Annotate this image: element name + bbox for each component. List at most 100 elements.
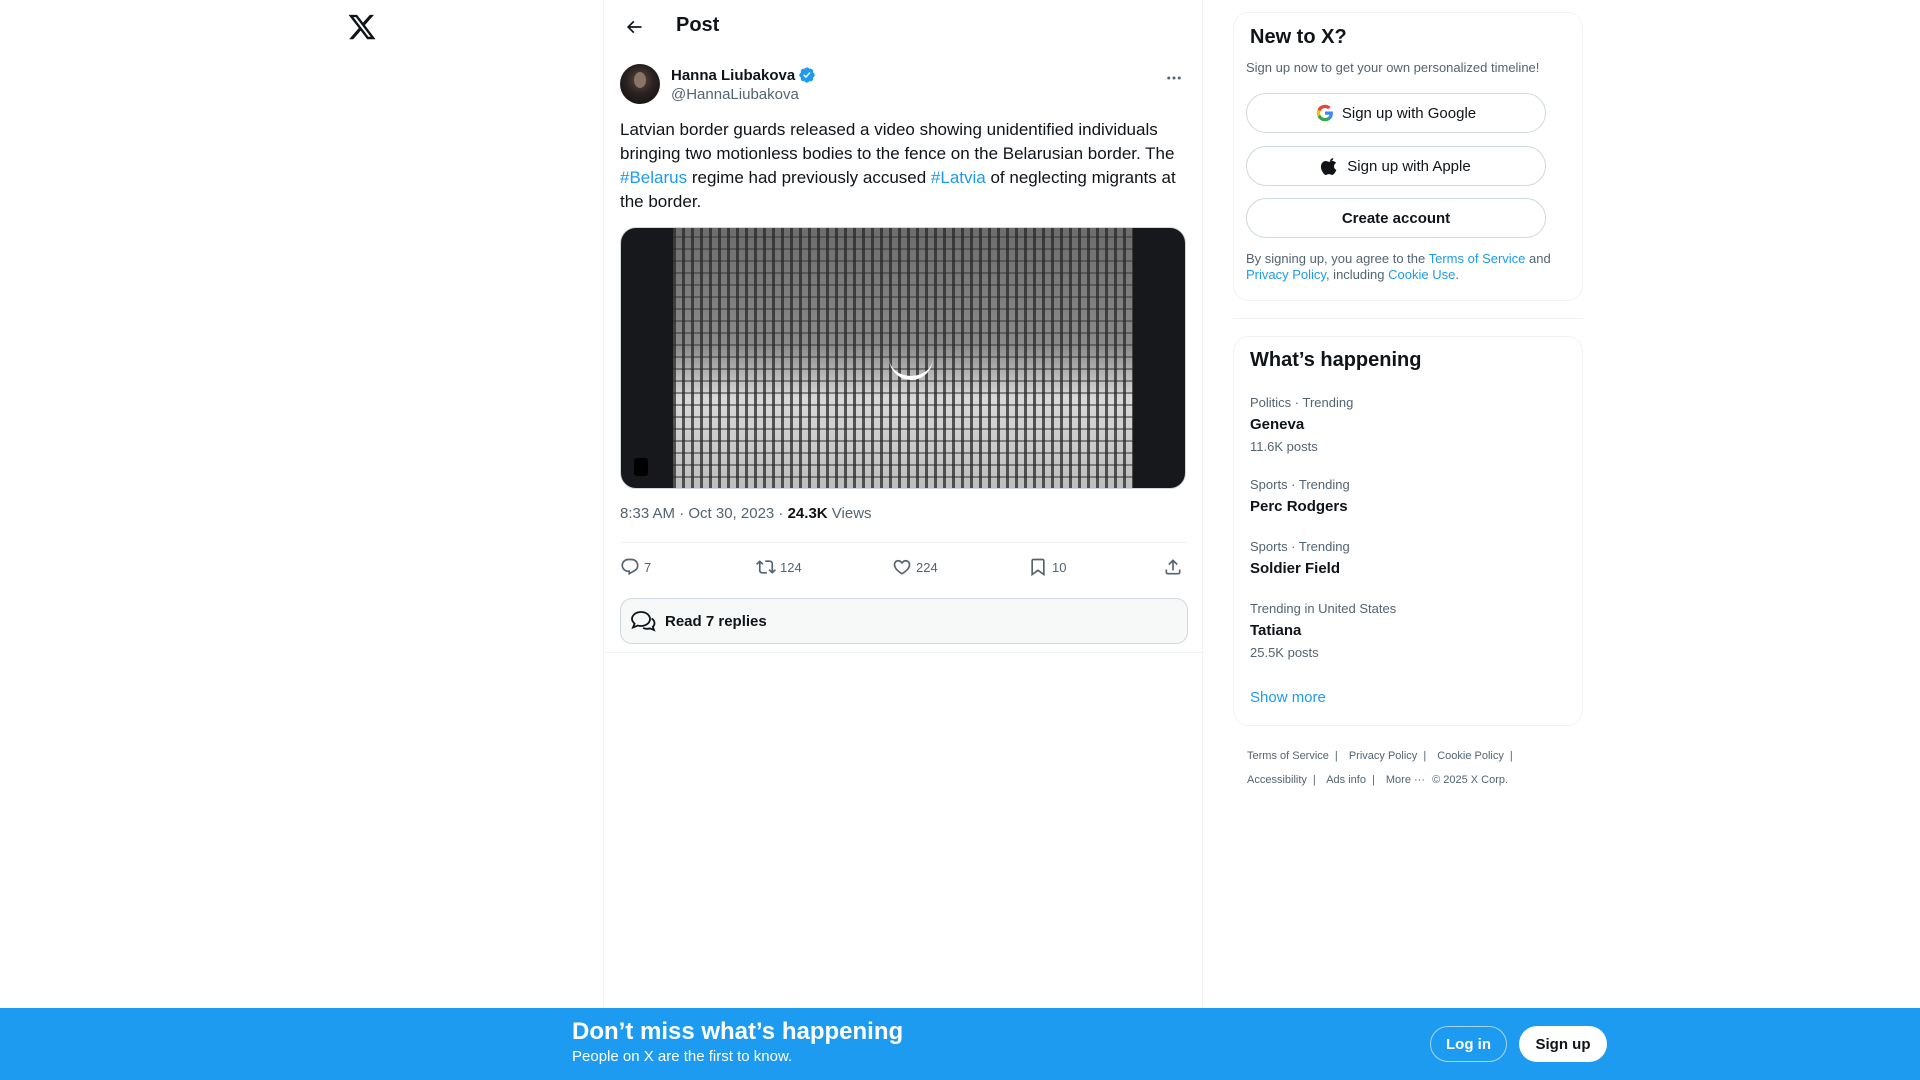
x-logo-icon[interactable] bbox=[347, 12, 377, 42]
trend-item[interactable]: Sports · Trending Soldier Field bbox=[1250, 539, 1570, 579]
legal-prefix: By signing up, you agree to the bbox=[1246, 251, 1429, 266]
footer-cookie-link[interactable]: Cookie Policy bbox=[1437, 750, 1504, 762]
repost-button[interactable]: 124 bbox=[756, 550, 802, 584]
more-icon bbox=[1167, 76, 1181, 80]
trend-name: Perc Rodgers bbox=[1250, 498, 1348, 515]
footer-terms-link[interactable]: Terms of Service bbox=[1247, 750, 1329, 762]
main-column: Post Hanna Liubakova @HannaLiubakova Lat… bbox=[603, 0, 1204, 1080]
like-count: 224 bbox=[916, 559, 938, 575]
footer-more-link[interactable]: More ··· bbox=[1386, 774, 1425, 786]
footer-copyright: © 2025 X Corp. bbox=[1432, 774, 1509, 786]
avatar[interactable] bbox=[620, 64, 660, 104]
trend-name: Geneva bbox=[1250, 416, 1305, 433]
trend-category: Trending in United States bbox=[1250, 601, 1397, 616]
bookmark-button[interactable]: 10 bbox=[1028, 550, 1066, 584]
read-replies-button[interactable]: Read 7 replies bbox=[620, 598, 1188, 644]
signup-legal-text: By signing up, you agree to the Terms of… bbox=[1246, 251, 1566, 283]
apple-icon bbox=[1321, 158, 1337, 175]
repost-count: 124 bbox=[780, 559, 802, 575]
legal-including: , including bbox=[1325, 267, 1389, 282]
post-text: Latvian border guards released a video s… bbox=[620, 118, 1188, 214]
author-handle[interactable]: @HannaLiubakova bbox=[671, 86, 799, 103]
legal-and: and bbox=[1525, 251, 1551, 266]
post-header: Post bbox=[604, 0, 1204, 53]
share-button[interactable] bbox=[1163, 550, 1183, 584]
signup-apple-button[interactable]: Sign up with Apple bbox=[1246, 146, 1546, 186]
privacy-policy-link[interactable]: Privacy Policy bbox=[1246, 267, 1326, 282]
views-count: 24.3K bbox=[787, 505, 828, 522]
footer-ads-link[interactable]: Ads info bbox=[1326, 774, 1366, 786]
trend-category: Politics · Trending bbox=[1250, 395, 1354, 410]
author-name-row[interactable]: Hanna Liubakova bbox=[671, 66, 816, 84]
post-meta: 8:33 AM · Oct 30, 2023 · 24.3K Views bbox=[620, 505, 872, 522]
post-timestamp[interactable]: 8:33 AM · Oct 30, 2023 · bbox=[620, 505, 788, 522]
show-more-link[interactable]: Show more bbox=[1250, 689, 1326, 706]
signup-apple-label: Sign up with Apple bbox=[1347, 157, 1471, 175]
footer-separator: | bbox=[1423, 750, 1427, 762]
views-label: Views bbox=[827, 505, 872, 522]
footer-separator: | bbox=[1334, 750, 1338, 762]
signup-google-label: Sign up with Google bbox=[1341, 104, 1477, 122]
login-banner: Don’t miss what’s happening People on X … bbox=[0, 1008, 1920, 1080]
video-player[interactable] bbox=[620, 227, 1186, 489]
login-button[interactable]: Log in bbox=[1430, 1026, 1507, 1062]
google-icon bbox=[1316, 104, 1333, 122]
back-arrow-icon bbox=[626, 20, 642, 34]
legal-period: . bbox=[1455, 267, 1459, 282]
footer-separator: | bbox=[1371, 774, 1375, 786]
trends-card: What’s happening Politics · Trending Gen… bbox=[1233, 336, 1583, 726]
create-account-button[interactable]: Create account bbox=[1246, 198, 1546, 238]
signup-google-button[interactable]: Sign up with Google bbox=[1246, 93, 1546, 133]
banner-subtitle: People on X are the first to know. bbox=[572, 1048, 793, 1065]
signup-button[interactable]: Sign up bbox=[1519, 1026, 1607, 1062]
replies-bubble-icon bbox=[631, 611, 656, 632]
trend-name: Tatiana bbox=[1250, 622, 1302, 639]
left-nav bbox=[0, 0, 603, 1080]
footer-separator: | bbox=[1312, 774, 1316, 786]
trend-category: Sports · Trending bbox=[1250, 477, 1350, 492]
reply-button[interactable]: 7 bbox=[620, 550, 651, 584]
trend-count: 11.6K posts bbox=[1250, 439, 1318, 454]
video-badge-icon bbox=[634, 458, 648, 476]
trend-category: Sports · Trending bbox=[1250, 539, 1350, 554]
signup-card: New to X? Sign up now to get your own pe… bbox=[1233, 12, 1583, 301]
footer-privacy-link[interactable]: Privacy Policy bbox=[1349, 750, 1417, 762]
hashtag-belarus-link[interactable]: #Belarus bbox=[620, 168, 687, 187]
trend-item[interactable]: Sports · Trending Perc Rodgers bbox=[1250, 477, 1570, 517]
bookmark-icon bbox=[1031, 558, 1045, 577]
divider bbox=[1233, 318, 1583, 319]
hashtag-latvia-link[interactable]: #Latvia bbox=[931, 168, 986, 187]
verified-badge-icon[interactable] bbox=[798, 66, 816, 84]
trend-item[interactable]: Politics · Trending Geneva 11.6K posts bbox=[1250, 395, 1570, 455]
footer-links: Terms of Service | Privacy Policy | Cookie… bbox=[1247, 744, 1577, 792]
author-name[interactable]: Hanna Liubakova bbox=[671, 67, 795, 84]
reply-count: 7 bbox=[644, 559, 652, 575]
bookmark-count: 10 bbox=[1052, 559, 1067, 575]
post-actions: 7 124 224 10 bbox=[620, 550, 1188, 584]
signup-subtitle: Sign up now to get your own personalized… bbox=[1246, 60, 1540, 75]
trend-count: 25.5K posts bbox=[1250, 645, 1319, 660]
repost-icon bbox=[756, 560, 776, 574]
cookie-use-link[interactable]: Cookie Use bbox=[1388, 267, 1455, 282]
divider bbox=[604, 652, 1204, 653]
page-title: Post bbox=[676, 14, 720, 36]
banner-title: Don’t miss what’s happening bbox=[572, 1018, 904, 1045]
like-icon bbox=[893, 559, 911, 575]
trends-title: What’s happening bbox=[1250, 349, 1422, 371]
read-replies-label: Read 7 replies bbox=[665, 612, 767, 630]
create-account-label: Create account bbox=[1341, 209, 1451, 227]
back-button[interactable] bbox=[617, 11, 651, 43]
more-options-button[interactable] bbox=[1160, 66, 1188, 90]
footer-accessibility-link[interactable]: Accessibility bbox=[1247, 774, 1307, 786]
reply-icon bbox=[621, 558, 639, 576]
footer-separator: | bbox=[1509, 750, 1513, 762]
post-text-part1: Latvian border guards released a video s… bbox=[620, 120, 1175, 163]
divider bbox=[620, 542, 1188, 543]
terms-of-service-link[interactable]: Terms of Service bbox=[1429, 251, 1526, 266]
trend-name: Soldier Field bbox=[1250, 560, 1341, 577]
post-author: Hanna Liubakova @HannaLiubakova bbox=[620, 64, 1188, 108]
like-button[interactable]: 224 bbox=[892, 550, 938, 584]
trend-item[interactable]: Trending in United States Tatiana 25.5K … bbox=[1250, 601, 1570, 661]
share-icon bbox=[1165, 559, 1181, 575]
post-text-part2: regime had previously accused bbox=[687, 168, 931, 187]
